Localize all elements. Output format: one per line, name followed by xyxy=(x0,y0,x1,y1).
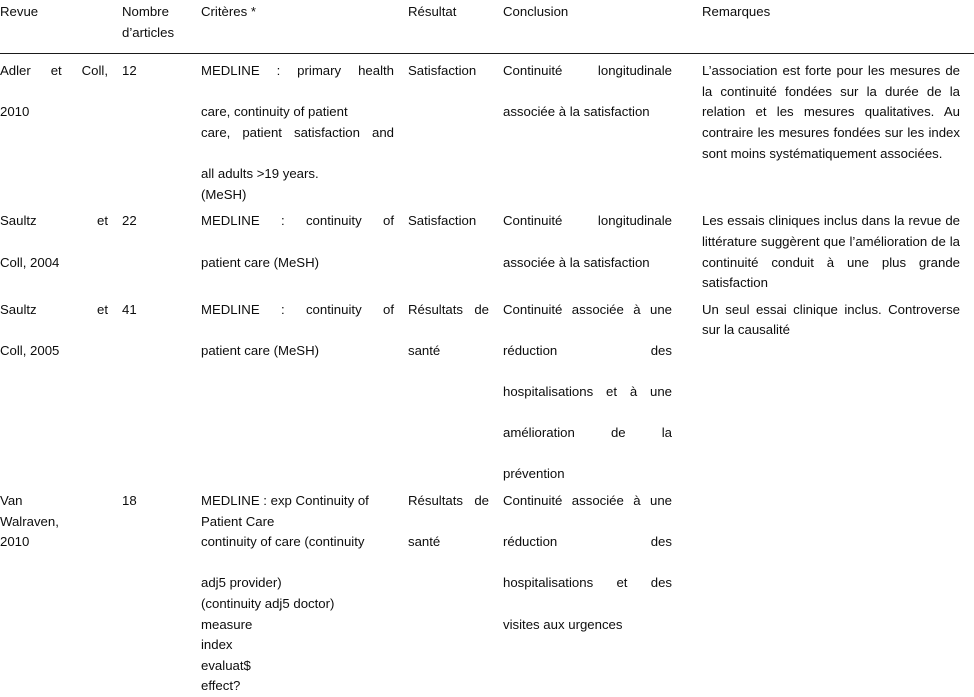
column-header-revue-label: Revue xyxy=(0,4,39,19)
column-header-conclusion: Conclusion xyxy=(503,0,686,54)
cell-nombre-articles: 41 xyxy=(122,294,201,485)
conclusion-line-3: hospitalisations et des xyxy=(503,575,672,591)
conclusion-line-1: Continuité associée à une xyxy=(503,493,672,509)
resultat-line-2: santé xyxy=(408,342,441,358)
nombre-articles-value: 12 xyxy=(122,63,137,79)
cell-remarques xyxy=(686,485,974,697)
table-header: Revue Nombre d’articles Critères * Résul… xyxy=(0,0,974,55)
cell-conclusion: Continuité associée à une réduction des … xyxy=(503,485,686,697)
conclusion-line-4: visites aux urgences xyxy=(503,616,623,632)
revue-line-1: Saultz et xyxy=(0,301,108,317)
criteres-line-1: MEDLINE : exp Continuity of xyxy=(201,493,369,509)
revue-line-2: Coll, 2004 xyxy=(0,254,60,270)
cell-criteres: MEDLINE : continuity of patient care (Me… xyxy=(201,294,408,485)
revue-line-1: Van xyxy=(0,493,23,509)
revue-line-2: Walraven, xyxy=(0,513,59,529)
criteres-line-5: (MeSH) xyxy=(201,186,247,202)
column-header-conclusion-label: Conclusion xyxy=(503,4,569,19)
revue-line-1: Saultz et xyxy=(0,213,108,229)
cell-conclusion: Continuité longitudinale associée à la s… xyxy=(503,54,686,205)
cell-resultat: Satisfaction xyxy=(408,54,503,205)
review-table-container: Revue Nombre d’articles Critères * Résul… xyxy=(0,0,974,693)
cell-conclusion: Continuité longitudinale associée à la s… xyxy=(503,205,686,293)
criteres-line-2: patient care (MeSH) xyxy=(201,342,319,358)
cell-revue: Van Walraven, 2010 xyxy=(0,485,122,697)
table-body: Adler et Coll, 2010 12 MEDLINE : primary… xyxy=(0,54,974,697)
revue-line-1: Adler et Coll, xyxy=(0,63,108,79)
cell-revue: Adler et Coll, 2010 xyxy=(0,54,122,205)
revue-line-2: Coll, 2005 xyxy=(0,342,60,358)
cell-criteres: MEDLINE : continuity of patient care (Me… xyxy=(201,205,408,293)
cell-nombre-articles: 12 xyxy=(122,54,201,205)
nombre-articles-value: 22 xyxy=(122,213,137,229)
table-row: Saultz et Coll, 2005 41 MEDLINE : contin… xyxy=(0,294,974,485)
conclusion-line-2: associée à la satisfaction xyxy=(503,104,650,120)
criteres-line-5: (continuity adj5 doctor) xyxy=(201,596,335,612)
header-row: Revue Nombre d’articles Critères * Résul… xyxy=(0,0,974,54)
criteres-line-7: index xyxy=(201,637,233,653)
criteres-line-2: patient care (MeSH) xyxy=(201,254,319,270)
conclusion-line-1: Continuité longitudinale xyxy=(503,213,672,229)
criteres-line-6: measure xyxy=(201,616,253,632)
conclusion-line-1: Continuité longitudinale xyxy=(503,63,672,79)
nombre-articles-value: 41 xyxy=(122,301,137,317)
review-table: Revue Nombre d’articles Critères * Résul… xyxy=(0,0,974,697)
cell-resultat: Résultats de santé xyxy=(408,485,503,697)
criteres-line-1: MEDLINE : continuity of xyxy=(201,213,394,229)
criteres-line-9: effect? xyxy=(201,678,241,694)
table-row: Adler et Coll, 2010 12 MEDLINE : primary… xyxy=(0,54,974,205)
cell-conclusion: Continuité associée à une réduction des … xyxy=(503,294,686,485)
cell-revue: Saultz et Coll, 2005 xyxy=(0,294,122,485)
conclusion-line-3: hospitalisations et à une xyxy=(503,384,672,400)
conclusion-line-2: réduction des xyxy=(503,534,672,550)
cell-resultat: Résultats de santé xyxy=(408,294,503,485)
criteres-line-4: all adults >19 years. xyxy=(201,166,319,182)
cell-resultat: Satisfaction xyxy=(408,205,503,293)
conclusion-line-2: associée à la satisfaction xyxy=(503,254,650,270)
table-row: Van Walraven, 2010 18 MEDLINE : exp Cont… xyxy=(0,485,974,697)
column-header-remarques-label: Remarques xyxy=(702,4,771,19)
cell-nombre-articles: 22 xyxy=(122,205,201,293)
revue-line-2: 2010 xyxy=(0,104,30,120)
cell-remarques: Un seul essai clinique inclus. Controver… xyxy=(702,301,960,338)
column-header-nombre-label-line1: Nombre xyxy=(122,4,169,19)
conclusion-line-4: amélioration de la xyxy=(503,425,672,441)
column-header-nombre: Nombre d’articles xyxy=(122,0,201,54)
cell-remarques: L’association est forte pour les mesures… xyxy=(702,63,960,161)
resultat-line-2: santé xyxy=(408,534,441,550)
conclusion-line-5: prévention xyxy=(503,466,565,482)
cell-nombre-articles: 18 xyxy=(122,485,201,697)
column-header-revue: Revue xyxy=(0,0,122,54)
column-header-remarques: Remarques xyxy=(686,0,974,54)
revue-line-3: 2010 xyxy=(0,534,30,550)
cell-revue: Saultz et Coll, 2004 xyxy=(0,205,122,293)
cell-criteres: MEDLINE : exp Continuity of Patient Care… xyxy=(201,485,408,697)
criteres-line-4: adj5 provider) xyxy=(201,575,282,591)
cell-remarques: Les essais cliniques inclus dans la revu… xyxy=(702,213,960,291)
conclusion-line-2: réduction des xyxy=(503,342,672,358)
criteres-line-3: care, patient satisfaction and xyxy=(201,124,394,140)
resultat-line-1: Résultats de xyxy=(408,301,489,317)
resultat-value: Satisfaction xyxy=(408,213,477,229)
nombre-articles-value: 18 xyxy=(122,493,137,509)
table-row: Saultz et Coll, 2004 22 MEDLINE : contin… xyxy=(0,205,974,293)
column-header-nombre-label-line2: d’articles xyxy=(122,24,175,40)
resultat-line-1: Résultats de xyxy=(408,493,489,509)
criteres-line-1: MEDLINE : primary health xyxy=(201,63,394,79)
column-header-criteres: Critères * xyxy=(201,0,408,54)
column-header-resultat: Résultat xyxy=(408,0,503,54)
resultat-value: Satisfaction xyxy=(408,63,477,79)
criteres-line-2: care, continuity of patient xyxy=(201,104,348,120)
conclusion-line-1: Continuité associée à une xyxy=(503,301,672,317)
criteres-line-8: evaluat$ xyxy=(201,657,251,673)
criteres-line-2: Patient Care xyxy=(201,513,275,529)
criteres-line-1: MEDLINE : continuity of xyxy=(201,301,394,317)
cell-criteres: MEDLINE : primary health care, continuit… xyxy=(201,54,408,205)
column-header-resultat-label: Résultat xyxy=(408,4,457,19)
criteres-line-3: continuity of care (continuity xyxy=(201,534,365,550)
column-header-criteres-label: Critères * xyxy=(201,4,256,19)
